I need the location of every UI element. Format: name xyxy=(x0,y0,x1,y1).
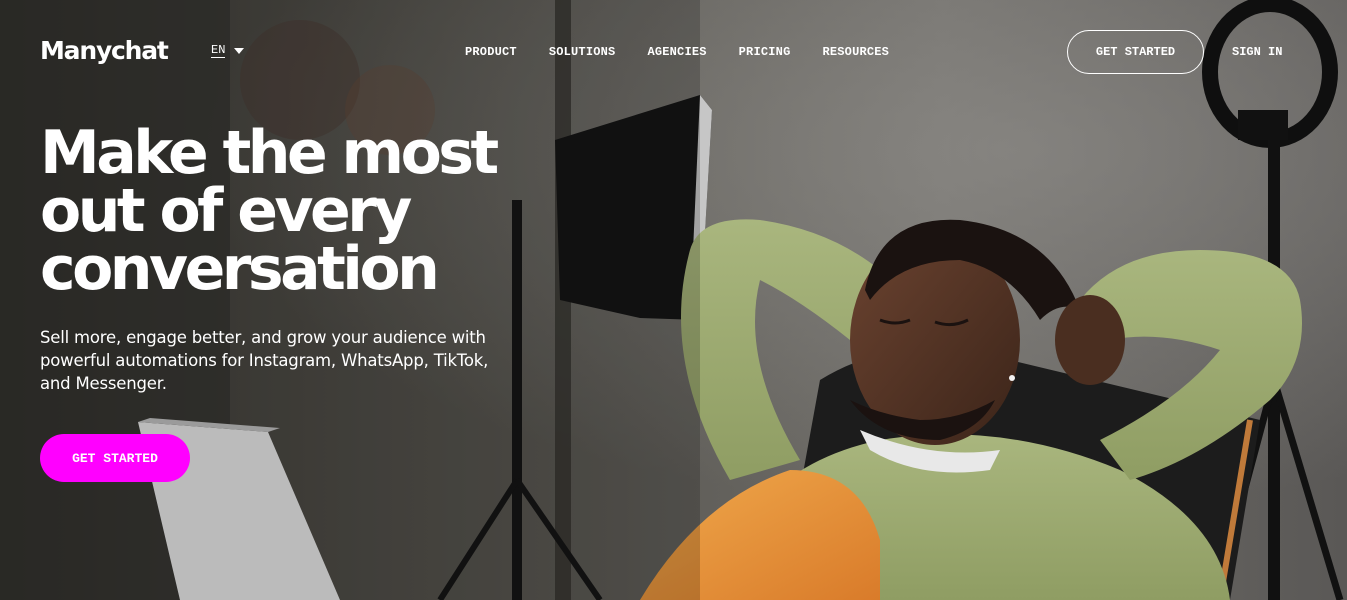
nav-item-product[interactable]: PRODUCT xyxy=(465,45,517,59)
headline-line-2: out of every xyxy=(40,176,412,246)
chevron-down-icon xyxy=(234,48,245,54)
header-get-started-button[interactable]: GET STARTED xyxy=(1067,30,1204,74)
headline-line-3: conversation xyxy=(40,234,440,304)
hero-subtitle: Sell more, engage better, and grow your … xyxy=(40,328,489,393)
language-selector[interactable]: EN xyxy=(211,43,245,58)
nav-item-solutions[interactable]: SOLUTIONS xyxy=(549,45,616,59)
headline-line-1: Make the most xyxy=(40,118,499,188)
language-code: EN xyxy=(211,43,226,58)
site-header: Manychat EN PRODUCT SOLUTIONS AGENCIES P… xyxy=(0,0,1347,104)
hero-headline: Make the most out of every conversation xyxy=(40,118,600,304)
nav-item-pricing[interactable]: PRICING xyxy=(739,45,791,59)
nav-item-agencies[interactable]: AGENCIES xyxy=(647,45,706,59)
sign-in-link[interactable]: SIGN IN xyxy=(1232,45,1282,59)
manychat-logo[interactable]: Manychat xyxy=(40,36,169,65)
main-nav: PRODUCT SOLUTIONS AGENCIES PRICING RESOU… xyxy=(465,45,889,59)
hero-get-started-button[interactable]: GET STARTED xyxy=(40,434,190,482)
nav-item-resources[interactable]: RESOURCES xyxy=(822,45,889,59)
